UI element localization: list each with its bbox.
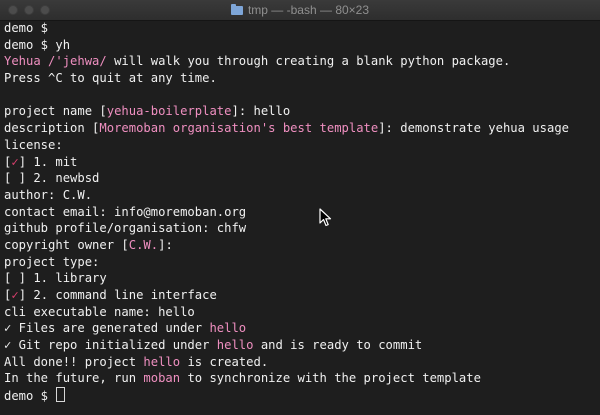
future-line: In the future, run moban to synchronize … (4, 370, 596, 387)
git-repo-line: ✓ Git repo initialized under hello and i… (4, 337, 596, 354)
files-generated-line: ✓ Files are generated under hello (4, 320, 596, 337)
terminal-text: ]: (158, 237, 173, 252)
checkmark-icon: ✓ (11, 154, 19, 169)
terminal-text: C.W. (128, 237, 159, 252)
terminal-text: ]: hello (231, 104, 291, 119)
terminal-text: demo $ (4, 389, 56, 404)
copyright-line: copyright owner [C.W.]: (4, 237, 596, 254)
final-prompt-line: demo $ (4, 387, 596, 404)
intro-line: Yehua /'jehwa/ will walk you through cre… (4, 53, 596, 70)
terminal-text: hello (209, 321, 247, 336)
prompt-line: demo $ (4, 20, 596, 37)
terminal-text: to synchronize with the project template (180, 371, 481, 386)
terminal-text: [ ] 1. library (4, 271, 107, 286)
terminal-text: moban (143, 371, 181, 386)
contact-email-line: contact email: info@moremoban.org (4, 204, 596, 221)
terminal-text: will walk you through creating a blank p… (106, 54, 511, 69)
terminal-text: github profile/organisation: chfw (4, 221, 247, 236)
terminal-text: ]: demonstrate yehua usage (378, 121, 569, 136)
terminal-text: project type: (4, 254, 100, 269)
license-option-newbsd: [ ] 2. newbsd (4, 170, 596, 187)
terminal-text: and is ready to commit (253, 338, 423, 353)
terminal-output[interactable]: demo $ demo $ yh Yehua /'jehwa/ will walk… (4, 20, 596, 412)
terminal-text: ✓ Git repo initialized under (4, 338, 217, 353)
project-type-line: project type: (4, 254, 596, 271)
terminal-text: copyright owner [ (4, 237, 129, 252)
folder-icon (230, 3, 243, 15)
all-done-line: All done!! project hello is created. (4, 354, 596, 371)
terminal-text: ] 1. mit (18, 154, 78, 169)
mouse-pointer-icon (319, 208, 332, 227)
terminal-text: hello (143, 354, 181, 369)
project-name-line: project name [yehua-boilerplate]: hello (4, 103, 596, 120)
terminal-text: In the future, run (4, 371, 144, 386)
github-line: github profile/organisation: chfw (4, 220, 596, 237)
command-line: demo $ yh (4, 37, 596, 54)
window-title: tmp — -bash — 80×23 (0, 3, 600, 17)
quit-hint-line: Press ^C to quit at any time. (4, 70, 596, 87)
cli-name-line: cli executable name: hello (4, 304, 596, 321)
terminal-window: tmp — -bash — 80×23 demo $ demo $ yh Yehu… (0, 0, 600, 415)
author-line: author: C.W. (4, 187, 596, 204)
project-type-library: [ ] 1. library (4, 270, 596, 287)
terminal-text: author: C.W. (4, 187, 93, 202)
license-option-mit: [✓] 1. mit (4, 154, 596, 171)
terminal-text: project name [ (4, 104, 107, 119)
terminal-text: yehua-boilerplate (106, 104, 232, 119)
terminal-text: license: (4, 137, 63, 152)
title-bar[interactable]: tmp — -bash — 80×23 (0, 0, 600, 21)
terminal-text: [ ] 2. newbsd (4, 171, 100, 186)
terminal-text: demo $ yh (4, 37, 71, 52)
terminal-text: cli executable name: hello (4, 304, 195, 319)
window-title-text: tmp — -bash — 80×23 (247, 3, 370, 17)
checkmark-icon: ✓ (11, 288, 19, 302)
terminal-text: demo $ (4, 21, 56, 35)
description-line: description [Moremoban organisation's be… (4, 120, 596, 137)
terminal-text: ] 2. command line interface (18, 288, 217, 302)
terminal-text: Press ^C to quit at any time. (4, 71, 217, 86)
project-type-cli: [✓] 2. command line interface (4, 287, 596, 304)
terminal-text: Moremoban organisation's best template (99, 121, 379, 136)
terminal-text: contact email: info@moremoban.org (4, 204, 247, 219)
terminal-text: description [ (4, 121, 100, 136)
terminal-text: ✓ Files are generated under (4, 321, 210, 336)
terminal-text: Yehua /'jehwa/ (4, 54, 107, 69)
terminal-text: is created. (180, 354, 269, 369)
license-line: license: (4, 137, 596, 154)
terminal-text: hello (216, 338, 254, 353)
text-cursor (56, 387, 66, 403)
terminal-text: All done!! project (4, 354, 144, 369)
